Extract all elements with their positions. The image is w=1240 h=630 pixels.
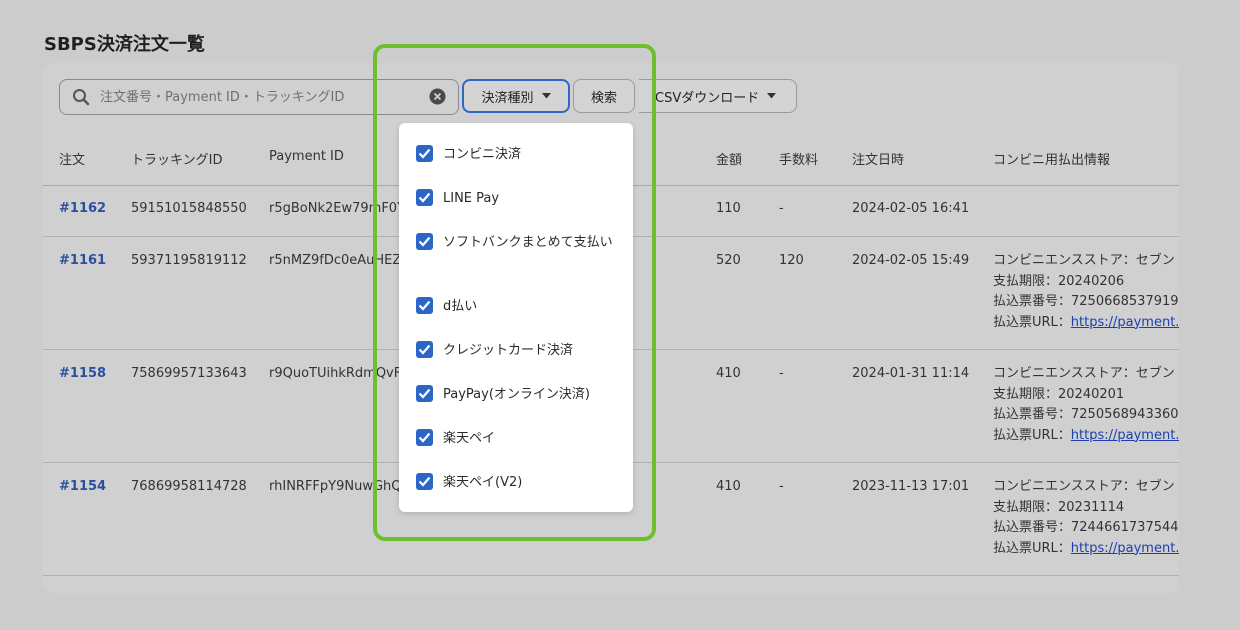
order-date: 2024-02-05 15:49 — [852, 253, 970, 268]
payment-id: r5nMZ9fDc0eAuHEZT — [269, 253, 410, 268]
konbini-info: コンビニエンスストア：セブン 支払期限：20240201 払込票番号：72505… — [993, 364, 1179, 446]
order-link[interactable]: #1158 — [59, 366, 106, 381]
check-icon — [418, 236, 431, 247]
check-icon — [418, 388, 431, 399]
konbini-store: コンビニエンスストア：セブン — [993, 366, 1175, 381]
konbini-store: コンビニエンスストア：セブン — [993, 479, 1175, 494]
page-title: SBPS決済注文一覧 — [44, 34, 205, 55]
slip-url-line: 払込票URL：https://payment.s — [993, 539, 1179, 560]
search-icon — [73, 89, 90, 106]
option-label: LINE Pay — [443, 191, 500, 206]
order-date: 2024-01-31 11:14 — [852, 366, 970, 381]
fee: - — [779, 201, 784, 216]
header-konbini-info: コンビニ用払出情報 — [993, 153, 1111, 168]
chevron-down-icon — [541, 93, 551, 99]
slip-url-label: 払込票URL： — [993, 540, 1071, 556]
check-icon — [418, 148, 431, 159]
order-link[interactable]: #1162 — [59, 201, 106, 216]
payment-deadline: 支払期限：20240206 — [993, 273, 1125, 289]
slip-url-line: 払込票URL：https://payment.s — [993, 426, 1179, 447]
slip-number: 払込票番号：7250568943360 — [993, 407, 1179, 422]
header-amount: 金額 — [716, 153, 743, 168]
slip-url-link[interactable]: https://payment.s — [1071, 428, 1179, 443]
fee: - — [779, 479, 784, 494]
payment-id: r9QuoTUihkRdmQvF — [269, 366, 402, 381]
csv-download-button[interactable]: CSVダウンロード — [639, 79, 797, 113]
header-fee: 手数料 — [779, 153, 819, 168]
slip-number: 払込票番号：7244661737544 — [993, 520, 1179, 535]
konbini-info: コンビニエンスストア：セブン 支払期限：20231114 払込票番号：72446… — [993, 477, 1179, 559]
payment-type-label: 決済種別 — [481, 90, 534, 106]
search-button[interactable]: 検索 — [573, 79, 635, 113]
payment-id: rhINRFFpY9NuwGhQs — [269, 479, 409, 494]
search-button-label: 検索 — [590, 90, 617, 106]
checkbox-checked[interactable] — [416, 145, 433, 162]
order-link[interactable]: #1161 — [59, 253, 106, 268]
check-icon — [418, 476, 431, 487]
checkbox-checked[interactable] — [416, 189, 433, 206]
header-tracking-id: トラッキングID — [131, 153, 223, 168]
payment-type-dropdown: コンビニ決済 LINE Pay ソフトバンクまとめて支払い d払い クレジットカ… — [399, 123, 633, 512]
slip-url-link[interactable]: https://payment.s — [1071, 315, 1179, 330]
konbini-info: コンビニエンスストア：セブン 支払期限：20240206 払込票番号：72506… — [993, 251, 1179, 333]
checkbox-checked[interactable] — [416, 473, 433, 490]
payment-deadline: 支払期限：20240201 — [993, 386, 1125, 402]
header-order-date: 注文日時 — [852, 153, 905, 168]
check-icon — [418, 192, 431, 203]
konbini-store: コンビニエンスストア：セブン — [993, 253, 1175, 268]
option-label: PayPay(オンライン決済) — [443, 387, 590, 402]
checkbox-checked[interactable] — [416, 233, 433, 250]
header-payment-id: Payment ID — [269, 149, 344, 164]
slip-url-label: 払込票URL： — [993, 314, 1071, 330]
payment-type-button[interactable]: 決済種別 — [462, 79, 570, 113]
tracking-id: 59371195819112 — [131, 253, 247, 268]
chevron-down-icon — [767, 93, 777, 99]
payment-deadline: 支払期限：20231114 — [993, 499, 1125, 515]
check-icon — [418, 432, 431, 443]
header-order: 注文 — [59, 153, 86, 168]
checkbox-checked[interactable] — [416, 385, 433, 402]
option-label: クレジットカード決済 — [443, 343, 574, 358]
clear-search-icon[interactable] — [429, 88, 446, 105]
check-icon — [418, 300, 431, 311]
fee: 120 — [779, 253, 804, 268]
option-label: 楽天ペイ(V2) — [443, 475, 523, 490]
slip-url-line: 払込票URL：https://payment.s — [993, 313, 1179, 334]
slip-url-link[interactable]: https://payment.s — [1071, 541, 1179, 556]
payment-id: r5gBoNk2Ew79mF0Y — [269, 201, 406, 216]
option-label: 楽天ペイ — [443, 431, 496, 446]
checkbox-checked[interactable] — [416, 429, 433, 446]
amount: 410 — [716, 479, 741, 494]
option-label: d払い — [443, 299, 478, 314]
search-box[interactable] — [59, 79, 459, 115]
amount: 410 — [716, 366, 741, 381]
option-label: コンビニ決済 — [443, 147, 522, 162]
tracking-id: 75869957133643 — [131, 366, 247, 381]
checkbox-checked[interactable] — [416, 297, 433, 314]
option-label: ソフトバンクまとめて支払い — [443, 235, 613, 250]
tracking-id: 59151015848550 — [131, 201, 247, 216]
order-date: 2024-02-05 16:41 — [852, 201, 970, 216]
order-link[interactable]: #1154 — [59, 479, 106, 494]
amount: 520 — [716, 253, 741, 268]
slip-number: 払込票番号：7250668537919 — [993, 294, 1179, 309]
check-icon — [418, 344, 431, 355]
csv-download-label: CSVダウンロード — [655, 90, 760, 106]
slip-url-label: 払込票URL： — [993, 427, 1071, 443]
search-input[interactable] — [100, 80, 420, 114]
amount: 110 — [716, 201, 741, 216]
checkbox-checked[interactable] — [416, 341, 433, 358]
order-date: 2023-11-13 17:01 — [852, 479, 970, 494]
tracking-id: 76869958114728 — [131, 479, 247, 494]
fee: - — [779, 366, 784, 381]
